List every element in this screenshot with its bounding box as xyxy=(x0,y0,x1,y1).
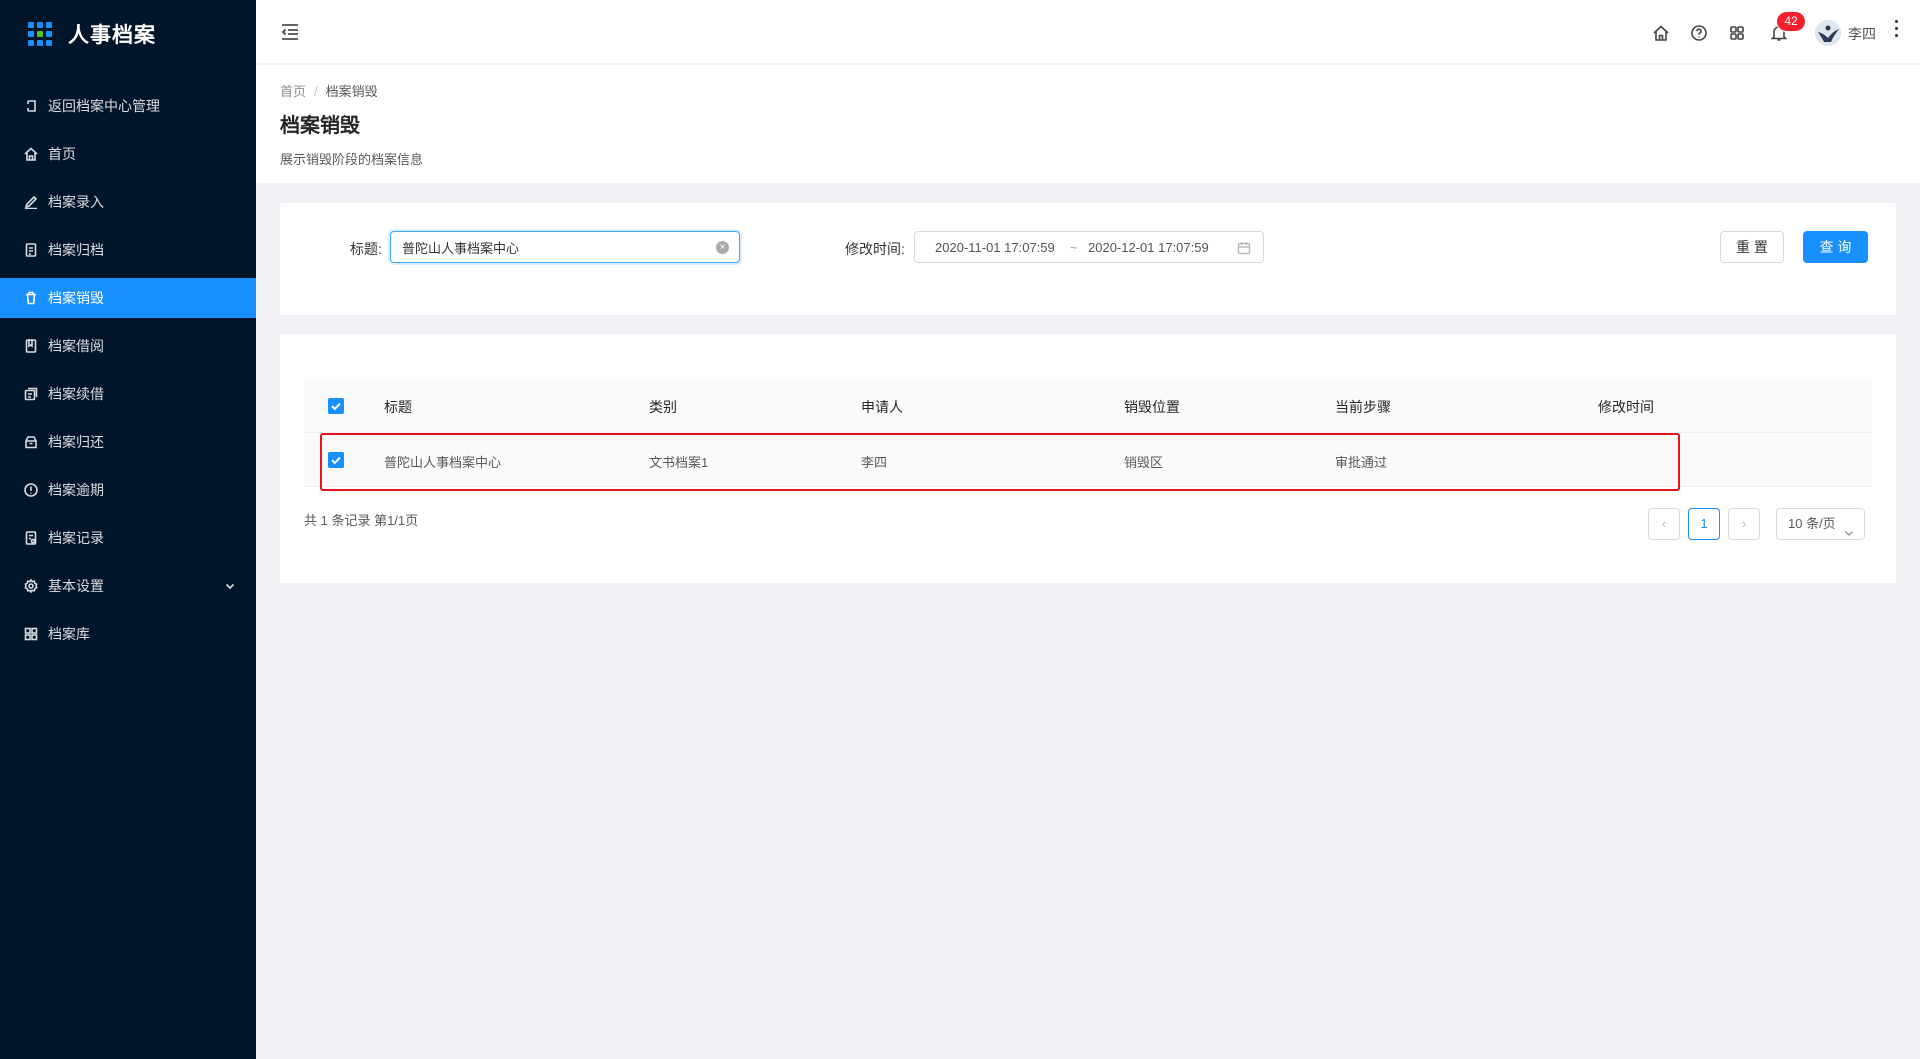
chevron-down-icon xyxy=(224,579,236,591)
edit-icon xyxy=(24,195,38,209)
row-checkbox[interactable] xyxy=(328,452,344,468)
breadcrumb-home[interactable]: 首页 xyxy=(280,84,306,99)
range-end[interactable]: 2020-12-01 17:07:59 xyxy=(1088,240,1209,255)
page-size-value: 10 条/页 xyxy=(1788,516,1836,531)
next-page-button[interactable]: › xyxy=(1728,508,1760,540)
range-start[interactable]: 2020-11-01 17:07:59 xyxy=(935,240,1055,255)
sidebar-item-borrow[interactable]: 档案借阅 xyxy=(0,326,256,366)
more-vertical-icon[interactable] xyxy=(1893,20,1899,40)
page-header: 首页 / 档案销毁 档案销毁 展示销毁阶段的档案信息 xyxy=(256,65,1920,183)
sidebar: 人事档案 返回档案中心管理 首页 档案录入 档案归档 档案销毁 档案借阅 档案续… xyxy=(0,0,256,1059)
sidebar-item-label: 档案续借 xyxy=(48,386,104,402)
sidebar-item-record[interactable]: 档案记录 xyxy=(0,518,256,558)
sidebar-item-overdue[interactable]: 档案逾期 xyxy=(0,470,256,510)
trash-icon xyxy=(24,291,38,305)
cell-title: 普陀山人事档案中心 xyxy=(384,455,502,470)
column-header-applicant[interactable]: 申请人 xyxy=(861,397,903,417)
search-form: 标题: × 修改时间: 2020-11-01 17:07:59 ~ 2020-1… xyxy=(280,203,1896,315)
grid-icon xyxy=(24,627,38,641)
username[interactable]: 李四 xyxy=(1848,24,1876,44)
sidebar-item-renew[interactable]: 档案续借 xyxy=(0,374,256,414)
sidebar-item-library[interactable]: 档案库 xyxy=(0,614,256,654)
sidebar-item-label: 档案销毁 xyxy=(48,290,104,306)
copy-icon xyxy=(24,387,38,401)
select-all-checkbox[interactable] xyxy=(328,398,344,414)
sidebar-item-label: 档案逾期 xyxy=(48,482,104,498)
query-button[interactable]: 查 询 xyxy=(1803,231,1868,263)
sidebar-item-return[interactable]: 档案归还 xyxy=(0,422,256,462)
pagination-total: 共 1 条记录 第1/1页 xyxy=(304,513,419,528)
sidebar-item-label: 基本设置 xyxy=(48,578,104,594)
sidebar-item-label: 首页 xyxy=(48,146,76,162)
column-header-category[interactable]: 类别 xyxy=(649,397,677,417)
sidebar-item-label: 档案库 xyxy=(48,626,90,642)
sidebar-item-label: 档案录入 xyxy=(48,194,104,210)
table-header: 标题 类别 申请人 销毁位置 当前步骤 修改时间 xyxy=(304,379,1872,433)
sidebar-item-settings[interactable]: 基本设置 xyxy=(0,566,256,606)
page-number-button[interactable]: 1 xyxy=(1688,508,1720,540)
title-search-input[interactable] xyxy=(390,231,740,263)
apps-grid-icon xyxy=(28,22,52,46)
range-separator: ~ xyxy=(1070,240,1078,255)
back-icon xyxy=(24,99,38,113)
sidebar-menu: 返回档案中心管理 首页 档案录入 档案归档 档案销毁 档案借阅 档案续借 档案归… xyxy=(0,86,256,654)
settings-icon xyxy=(24,579,38,593)
alert-icon xyxy=(24,483,38,497)
sidebar-item-home[interactable]: 首页 xyxy=(0,134,256,174)
cell-applicant: 李四 xyxy=(861,455,888,470)
calendar-icon xyxy=(1237,241,1251,255)
title-label: 标题: xyxy=(350,241,382,257)
book-icon xyxy=(24,339,38,353)
reset-button[interactable]: 重 置 xyxy=(1720,231,1784,263)
apps-icon[interactable] xyxy=(1728,24,1746,42)
cell-step: 审批通过 xyxy=(1335,455,1388,470)
sidebar-item-label: 档案归还 xyxy=(48,434,104,450)
sidebar-item-archive[interactable]: 档案归档 xyxy=(0,230,256,270)
page-size-select[interactable]: 10 条/页 xyxy=(1776,508,1865,540)
notification-badge: 42 xyxy=(1777,12,1805,31)
sidebar-item-entry[interactable]: 档案录入 xyxy=(0,182,256,222)
archive-icon xyxy=(24,243,38,257)
record-icon xyxy=(24,531,38,545)
modify-time-label: 修改时间: xyxy=(845,241,905,257)
chevron-down-icon xyxy=(1844,519,1854,537)
column-header-modified[interactable]: 修改时间 xyxy=(1598,397,1654,417)
breadcrumb-current: 档案销毁 xyxy=(325,84,378,99)
sidebar-item-label: 档案记录 xyxy=(48,530,104,546)
help-icon[interactable] xyxy=(1690,24,1708,42)
breadcrumb: 首页 / 档案销毁 xyxy=(280,81,378,100)
sidebar-item-label: 返回档案中心管理 xyxy=(48,98,160,114)
sidebar-item-back[interactable]: 返回档案中心管理 xyxy=(0,86,256,126)
app-title: 人事档案 xyxy=(68,24,156,47)
sidebar-item-label: 档案借阅 xyxy=(48,338,104,354)
return-icon xyxy=(24,435,38,449)
archive-table: 标题 类别 申请人 销毁位置 当前步骤 修改时间 普陀山人事档案中心 文书档案1… xyxy=(304,379,1872,487)
menu-fold-icon[interactable] xyxy=(280,22,300,42)
app-logo[interactable]: 人事档案 xyxy=(0,0,256,68)
sidebar-item-destroy[interactable]: 档案销毁 xyxy=(0,278,256,318)
breadcrumb-separator: / xyxy=(314,84,318,99)
column-header-step[interactable]: 当前步骤 xyxy=(1335,397,1391,417)
home-icon[interactable] xyxy=(1652,24,1670,42)
date-range-picker[interactable]: 2020-11-01 17:07:59 ~ 2020-12-01 17:07:5… xyxy=(914,231,1264,263)
avatar[interactable] xyxy=(1815,20,1841,46)
column-header-location[interactable]: 销毁位置 xyxy=(1124,397,1180,417)
prev-page-button[interactable]: ‹ xyxy=(1648,508,1680,540)
table-row[interactable]: 普陀山人事档案中心 文书档案1 李四 销毁区 审批通过 xyxy=(304,433,1872,487)
top-header xyxy=(256,0,1920,64)
column-header-title[interactable]: 标题 xyxy=(384,397,412,417)
page-description: 展示销毁阶段的档案信息 xyxy=(280,152,424,167)
cell-category: 文书档案1 xyxy=(649,455,709,470)
home-icon xyxy=(24,147,38,161)
page-title: 档案销毁 xyxy=(280,115,360,137)
sidebar-item-label: 档案归档 xyxy=(48,242,104,258)
cell-location: 销毁区 xyxy=(1124,455,1164,470)
clear-icon[interactable]: × xyxy=(716,241,729,254)
table-card: 标题 类别 申请人 销毁位置 当前步骤 修改时间 普陀山人事档案中心 文书档案1… xyxy=(280,334,1896,583)
